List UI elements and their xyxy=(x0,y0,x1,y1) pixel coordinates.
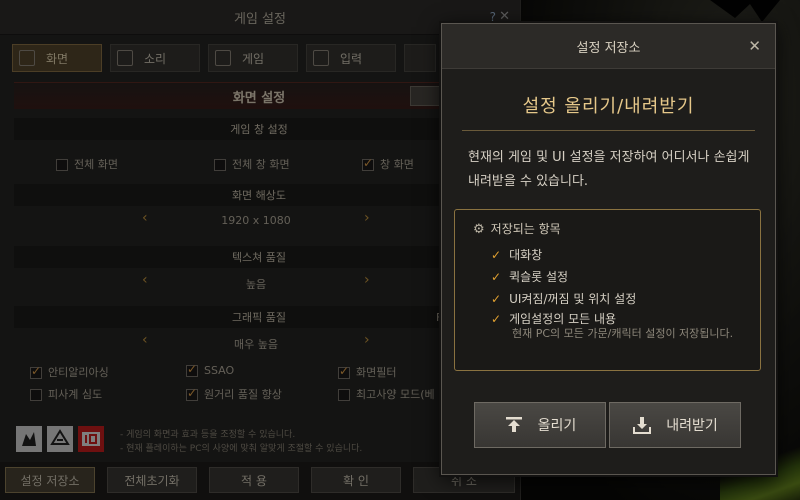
list-item: ✓ UI켜짐/꺼짐 및 위치 설정 xyxy=(491,290,636,307)
download-label: 내려받기 xyxy=(666,418,718,434)
item-label: 게임설정의 모든 내용 xyxy=(509,312,617,326)
download-button[interactable]: 내려받기 xyxy=(609,402,741,448)
upload-button[interactable]: 올리기 xyxy=(474,402,606,448)
item-label: 대화창 xyxy=(509,248,543,262)
upload-label: 올리기 xyxy=(537,418,577,434)
list-item: ✓ 퀵슬롯 설정 xyxy=(491,268,568,285)
saved-note: 현재 PC의 모든 가문/캐릭터 설정이 저장됩니다. xyxy=(512,327,734,340)
settings-storage-dialog: 설정 저장소 ✕ 설정 올리기/내려받기 현재의 게임 및 UI 설정을 저장하… xyxy=(441,23,776,475)
check-icon: ✓ xyxy=(491,312,502,326)
close-icon[interactable]: ✕ xyxy=(748,37,761,55)
check-icon: ✓ xyxy=(491,248,502,262)
saved-items-box: ⚙ 저장되는 항목 ✓ 대화창 ✓ 퀵슬롯 설정 ✓ UI켜짐/꺼짐 및 위치 설정 ✓… xyxy=(454,209,761,371)
upload-icon xyxy=(505,417,522,432)
download-icon xyxy=(633,417,652,434)
list-item: ✓ 대화창 xyxy=(491,246,542,263)
dialog-description: 현재의 게임 및 UI 설정을 저장하여 어디서나 손쉽게 내려받을 수 있습니… xyxy=(468,150,750,189)
divider xyxy=(462,130,755,131)
item-label: 퀵슬롯 설정 xyxy=(509,270,569,284)
dialog-heading: 설정 올리기/내려받기 xyxy=(522,96,695,117)
dialog-title: 설정 저장소 xyxy=(576,40,641,56)
check-icon: ✓ xyxy=(491,270,502,284)
saved-items-header: ⚙ 저장되는 항목 xyxy=(473,220,561,237)
saved-items-title: 저장되는 항목 xyxy=(490,222,561,236)
check-icon: ✓ xyxy=(491,292,502,306)
gear-icon: ⚙ xyxy=(473,222,485,237)
item-label: UI켜짐/꺼짐 및 위치 설정 xyxy=(509,292,637,306)
dialog-titlebar: 설정 저장소 ✕ xyxy=(442,24,775,69)
